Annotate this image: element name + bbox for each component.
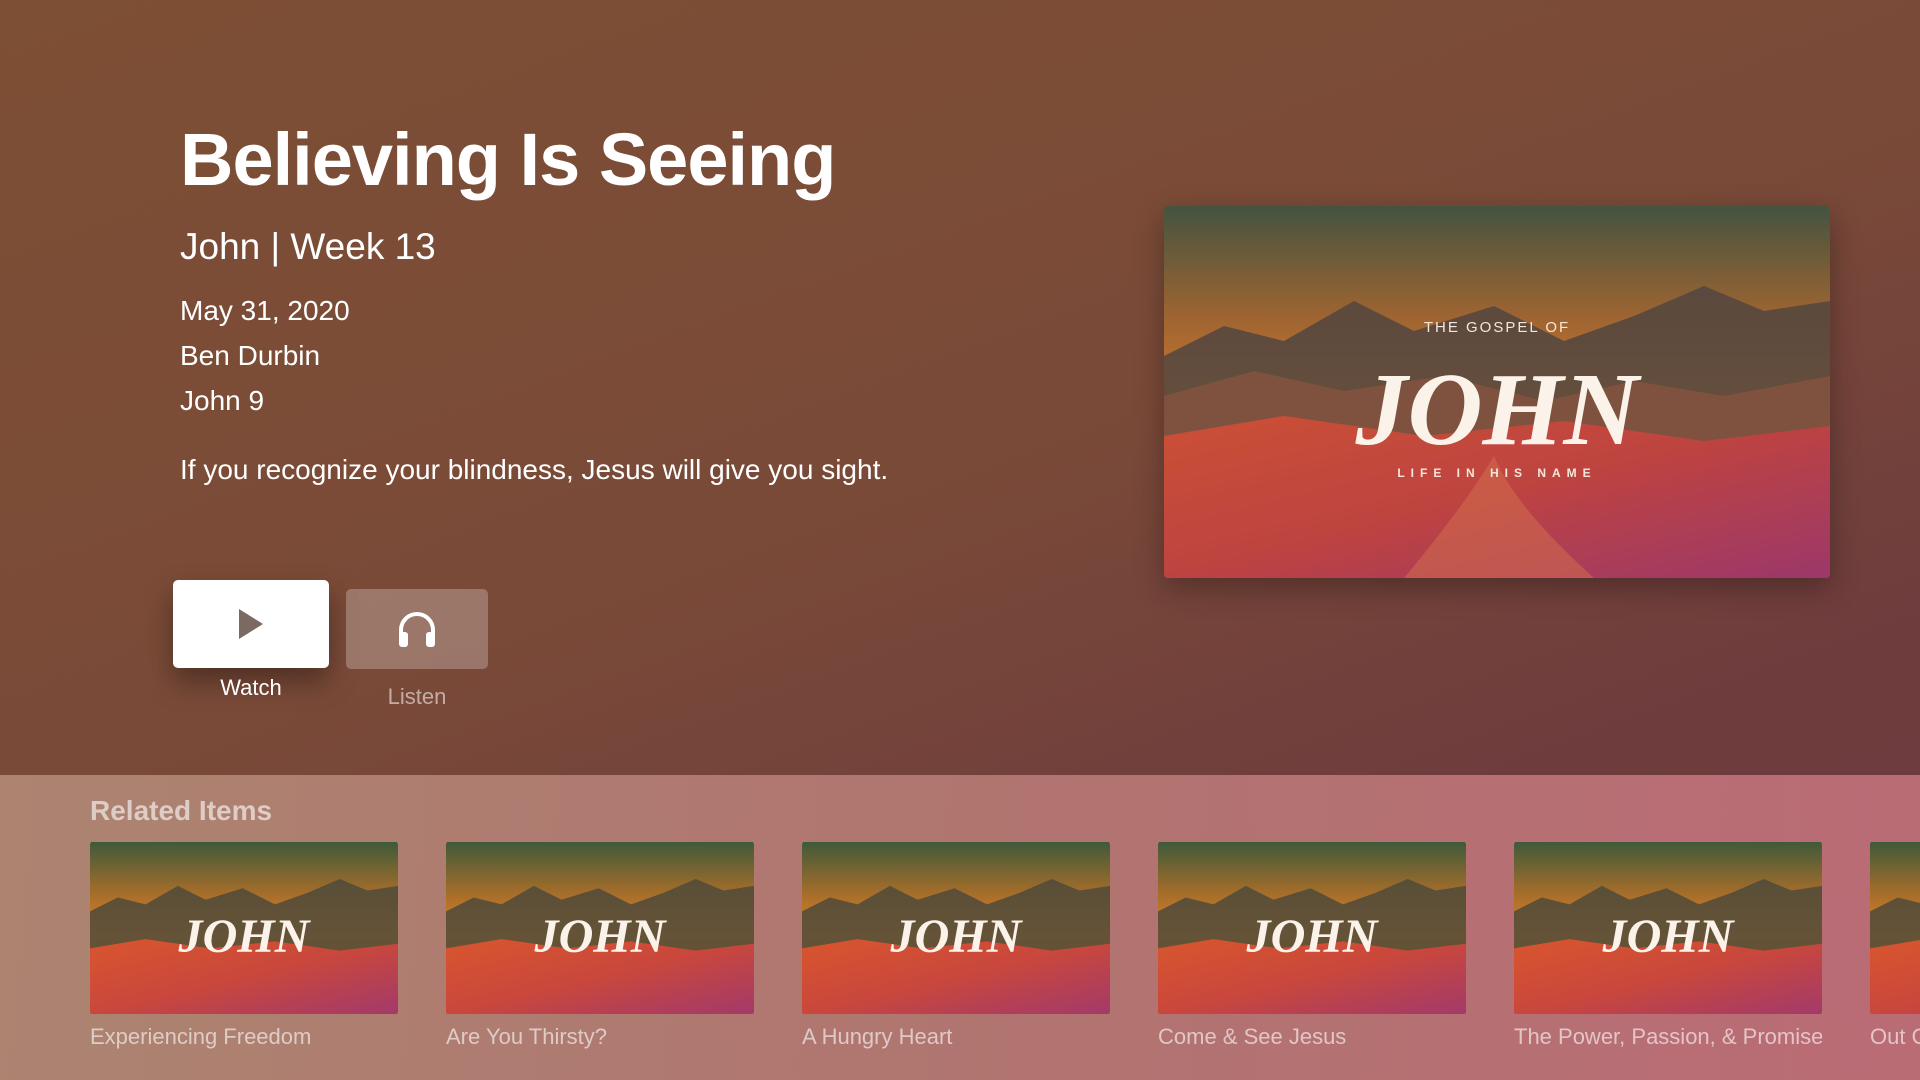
related-item-caption: A Hungry Heart (802, 1024, 953, 1049)
related-items-heading: Related Items (90, 795, 273, 826)
related-item-thumbnail[interactable]: JOHN (1158, 841, 1466, 1015)
sermon-artwork: THE GOSPEL OF JOHN LIFE IN HIS NAME (1164, 206, 1830, 578)
artwork-title: JOHN (1354, 352, 1642, 467)
related-item[interactable]: JOHN Come & See Jesus (1158, 841, 1466, 1051)
listen-label: Listen (387, 684, 447, 709)
watch-button-tile[interactable] (173, 580, 329, 668)
listen-button-tile[interactable] (346, 589, 488, 669)
listen-button[interactable]: Listen (346, 589, 488, 711)
watch-button[interactable]: Watch (173, 580, 329, 702)
sermon-date: May 31, 2020 (180, 295, 350, 326)
artwork-kicker: THE GOSPEL OF (1424, 319, 1570, 336)
related-item-thumbnail[interactable]: JOHN (802, 841, 1110, 1015)
related-item-thumbnail[interactable]: JOHN (90, 841, 398, 1015)
related-item-thumbnail[interactable]: JOHN (446, 841, 754, 1015)
related-item[interactable]: JOHN A Hungry Heart (802, 841, 1110, 1051)
watch-label: Watch (220, 675, 282, 700)
related-item[interactable]: JOHN Are You Thirsty? (446, 841, 754, 1051)
thumb-title: JOHN (178, 910, 312, 963)
related-item-caption: The Power, Passion, & Promise (1514, 1024, 1822, 1049)
sermon-meta: May 31, 2020 Ben Durbin John 9 (180, 288, 350, 423)
related-item-thumbnail[interactable]: JOHN (1514, 841, 1822, 1015)
thumb-title: JOHN (890, 910, 1024, 963)
thumb-title: JOHN (1246, 910, 1380, 963)
related-items-shelf: Related Items JOHN Experiencing Freedom … (0, 775, 1920, 1080)
hero-section: Believing Is Seeing John | Week 13 May 3… (0, 0, 1920, 775)
artwork-tagline: LIFE IN HIS NAME (1397, 466, 1596, 480)
related-items-row: JOHN Experiencing Freedom JOHN Are You T… (90, 841, 1920, 1080)
related-item[interactable]: Out Of (1870, 841, 1920, 1051)
sermon-speaker: Ben Durbin (180, 340, 321, 371)
related-item-caption: Come & See Jesus (1158, 1024, 1347, 1049)
sermon-description: If you recognize your blindness, Jesus w… (180, 454, 889, 485)
related-item[interactable]: JOHN Experiencing Freedom (90, 841, 398, 1051)
sermon-passage: John 9 (180, 385, 265, 416)
related-item-thumbnail[interactable] (1870, 841, 1920, 1015)
artwork-image: THE GOSPEL OF JOHN LIFE IN HIS NAME (1164, 206, 1830, 578)
play-icon (239, 609, 263, 639)
headphones-icon (399, 612, 435, 647)
related-item[interactable]: JOHN The Power, Passion, & Promise (1514, 841, 1822, 1051)
series-week: John | Week 13 (180, 226, 436, 267)
thumb-title: JOHN (534, 910, 668, 963)
thumb-title: JOHN (1602, 910, 1736, 963)
related-item-caption: Are You Thirsty? (446, 1024, 608, 1049)
related-item-caption: Experiencing Freedom (90, 1024, 312, 1049)
sermon-title: Believing Is Seeing (180, 118, 836, 201)
related-item-caption: Out Of (1870, 1024, 1920, 1049)
